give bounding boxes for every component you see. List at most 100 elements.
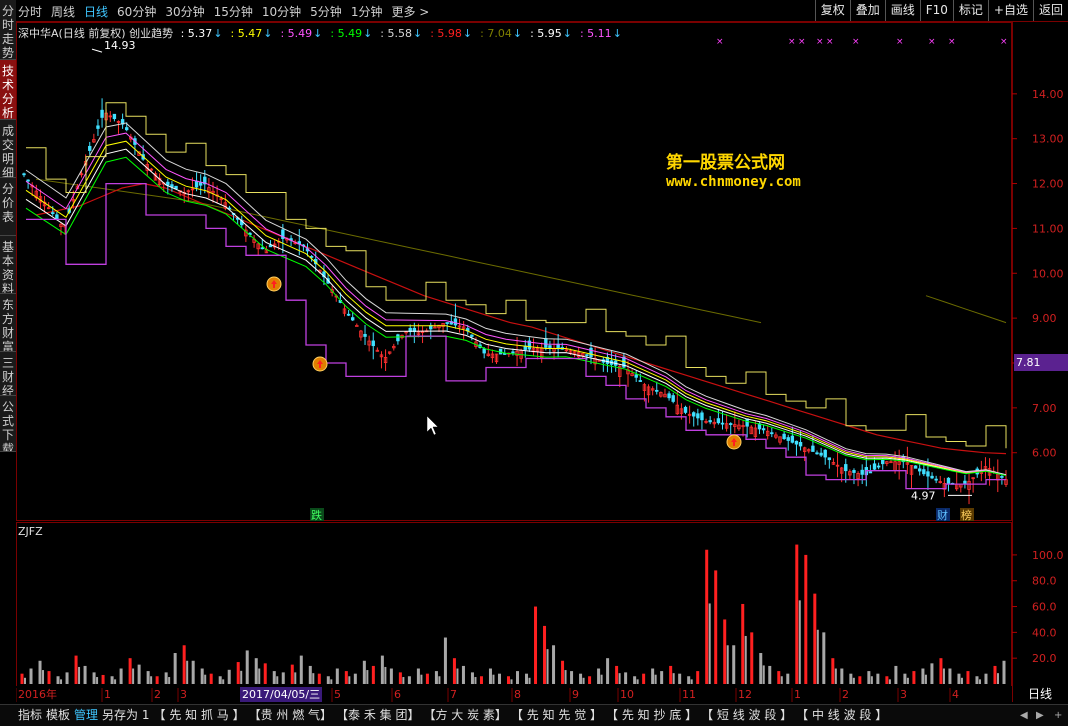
bottom-tab[interactable]: 【 先 知 先 觉 】 — [509, 705, 604, 726]
bottom-tab[interactable]: 【 先 知 抓 马 】 — [152, 705, 247, 726]
zjfz-bar — [798, 600, 801, 684]
period-tab[interactable]: 更多 > — [391, 3, 429, 20]
zjfz-bar — [858, 676, 862, 684]
bottom-tab[interactable]: 【 先 知 抄 底 】 — [604, 705, 699, 726]
zjfz-bar — [74, 655, 78, 684]
toolbar-button[interactable]: 复权 — [814, 0, 850, 21]
y-tick-label: 14.00 — [1032, 88, 1064, 101]
zjfz-bar — [906, 677, 909, 684]
zjfz-bar — [353, 673, 357, 684]
zjfz-bar — [852, 677, 855, 684]
zjfz-bar — [723, 619, 727, 684]
down-arrow-icon: ↓ — [612, 27, 622, 40]
candle-body — [930, 475, 934, 479]
signal-marker-icon: × — [1000, 37, 1008, 47]
zjfz-bar — [870, 676, 873, 684]
toolbar-button[interactable]: 叠加 — [849, 0, 885, 21]
zjfz-bar — [326, 676, 330, 684]
candle-body — [355, 325, 359, 327]
period-tab[interactable]: 1分钟 — [351, 3, 383, 20]
zjfz-bar — [258, 668, 261, 684]
lower-panel-frame — [16, 522, 1012, 687]
x-axis-label: 11 — [682, 688, 696, 701]
zjfz-bar — [96, 677, 99, 684]
left-tab[interactable]: 成交明细 — [0, 120, 16, 178]
moving-average-line — [25, 122, 1007, 476]
bottom-tab[interactable]: 另存为 1 — [100, 705, 151, 726]
chart-area[interactable]: 6.007.008.009.0010.0011.0012.0013.0014.0… — [16, 22, 1068, 702]
toolbar-button[interactable]: 画线 — [884, 0, 920, 21]
nav-right-icon[interactable]: ▶ — [1034, 705, 1046, 726]
zjfz-bar — [132, 668, 135, 684]
left-tab[interactable]: 三财经 — [0, 352, 16, 396]
zjfz-bar — [510, 679, 513, 684]
bottom-tab[interactable]: 管理 — [72, 705, 100, 726]
zjfz-bar — [570, 671, 574, 684]
candle-body — [371, 340, 375, 347]
zjfz-bar — [903, 673, 907, 684]
candle-body — [482, 348, 486, 354]
zjfz-bar — [777, 671, 781, 684]
y-tick-label: 7.00 — [1032, 402, 1057, 415]
bottom-tab[interactable]: 【 中 线 波 段 】 — [794, 705, 889, 726]
zjfz-bar — [744, 635, 747, 684]
toolbar-right-buttons: 复权 叠加 画线 F10 标记 +自选 返回 — [814, 0, 1068, 22]
candle-body — [815, 452, 819, 455]
bottom-tab[interactable]: 【 短 线 波 段 】 — [699, 705, 794, 726]
left-tab[interactable]: 技术分析 — [0, 60, 16, 120]
toolbar-button[interactable]: +自选 — [987, 0, 1033, 21]
bottom-tab[interactable]: 指标 — [16, 705, 44, 726]
x-axis-label: 3 — [900, 688, 907, 701]
period-tab[interactable]: 15分钟 — [214, 3, 253, 20]
candle-body — [881, 459, 885, 465]
period-tab[interactable]: 日线 — [84, 3, 108, 20]
left-tab[interactable]: 东方财富 — [0, 294, 16, 352]
sub-y-tick-label: 20.0 — [1032, 652, 1057, 665]
bottom-tab[interactable]: 模板 — [44, 705, 72, 726]
high-marker-arrow — [91, 48, 103, 53]
left-tab[interactable]: 分价表 — [0, 178, 16, 236]
toolbar-button[interactable]: 标记 — [952, 0, 988, 21]
zjfz-bar — [470, 672, 474, 684]
period-tab[interactable]: 周线 — [51, 3, 75, 20]
period-tab[interactable]: 30分钟 — [165, 3, 204, 20]
candle-body — [51, 212, 55, 215]
chart-canvas[interactable]: 6.007.008.009.0010.0011.0012.0013.0014.0… — [16, 22, 1068, 702]
period-tab[interactable]: 60分钟 — [117, 3, 156, 20]
candle-body — [811, 445, 815, 452]
candle-body — [470, 334, 474, 337]
toolbar-button[interactable]: 返回 — [1032, 0, 1068, 21]
candle-body — [696, 413, 700, 419]
left-tab[interactable]: 分时走势 — [0, 0, 16, 60]
candle-body — [918, 468, 922, 472]
zjfz-bar — [407, 676, 411, 684]
nav-left-icon[interactable]: ◀ — [1018, 705, 1030, 726]
chart-legend: 深中华A(日线 前复权) 创业趋势 : 5.37↓: 5.47↓: 5.49↓:… — [18, 25, 634, 41]
zjfz-bar — [822, 632, 826, 684]
period-tab[interactable]: 分时 — [18, 3, 42, 20]
period-tab[interactable]: 5分钟 — [310, 3, 342, 20]
legend-item: : 5.11↓ — [579, 27, 622, 40]
bottom-tab[interactable]: 【方 大 炭 素】 — [421, 705, 508, 726]
zjfz-bar — [492, 674, 495, 684]
zjfz-bar — [362, 660, 366, 684]
toolbar-button[interactable]: F10 — [919, 0, 953, 21]
period-tab[interactable]: 10分钟 — [262, 3, 301, 20]
zjfz-bar — [150, 676, 153, 684]
zjfz-bar — [813, 593, 817, 684]
candle-body — [548, 345, 552, 349]
candle-body — [453, 318, 458, 326]
zjfz-bar — [443, 637, 447, 684]
nav-plus-icon[interactable]: + — [1052, 705, 1064, 726]
bottom-tab-bar: 指标 模板 管理 另存为 1 【 先 知 抓 马 】【贵 州 燃 气】 【泰 禾 集 团】… — [0, 704, 1068, 726]
watermark-title: 第一股票公式网 — [666, 153, 785, 173]
candle-body — [700, 412, 704, 421]
zjfz-bar — [506, 676, 510, 684]
zjfz-bar — [60, 679, 63, 684]
candle-body — [913, 465, 918, 469]
left-tab[interactable]: 公式下载 — [0, 396, 16, 452]
bottom-tab[interactable]: 【贵 州 燃 气】 — [247, 705, 334, 726]
long-ma-olive-line — [925, 295, 1007, 324]
left-tab[interactable]: 基本资料 — [0, 236, 16, 294]
bottom-tab[interactable]: 【泰 禾 集 团】 — [334, 705, 421, 726]
